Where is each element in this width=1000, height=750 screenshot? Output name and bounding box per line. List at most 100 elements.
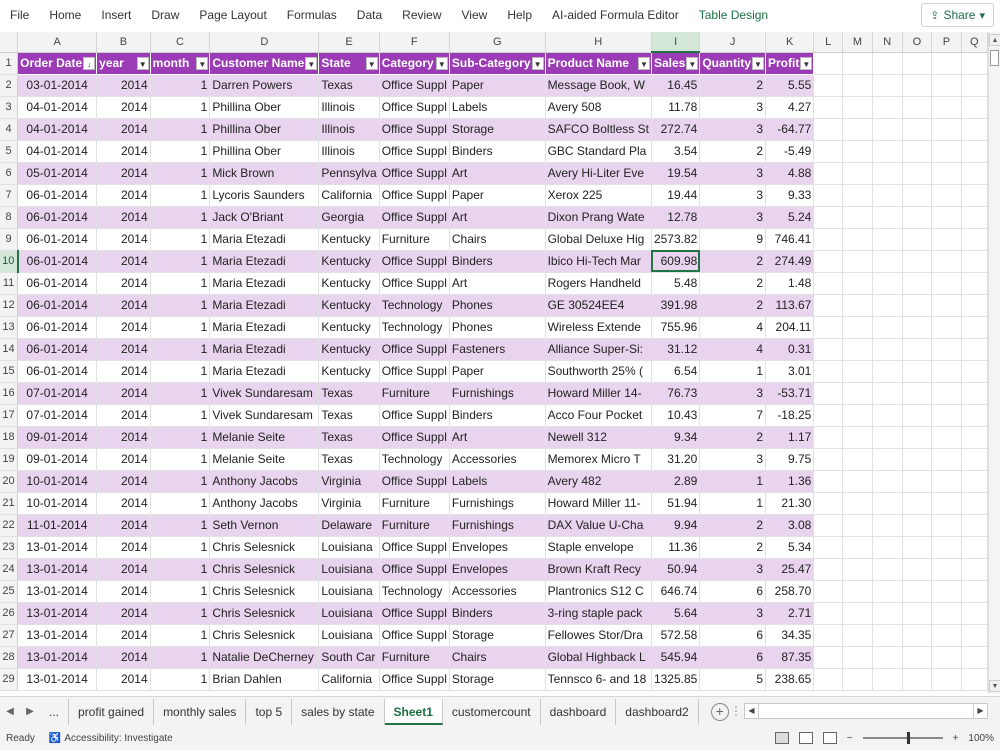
table-cell[interactable]: 2014 <box>96 272 151 295</box>
table-cell[interactable]: Binders <box>449 404 546 427</box>
empty-cell[interactable] <box>931 558 962 581</box>
empty-cell[interactable] <box>842 448 874 471</box>
ribbon-tab-view[interactable]: View <box>452 0 498 30</box>
scroll-down-icon[interactable]: ▼ <box>989 680 1000 692</box>
table-cell[interactable]: 1 <box>150 536 211 559</box>
row-header[interactable]: 6 <box>0 162 19 185</box>
table-cell[interactable]: 9.34 <box>651 426 701 449</box>
table-cell[interactable]: 5.55 <box>765 74 815 97</box>
empty-cell[interactable] <box>842 206 874 229</box>
sheet-tab-top-5[interactable]: top 5 <box>246 698 293 725</box>
table-cell[interactable]: 1 <box>150 646 211 669</box>
select-all-corner[interactable] <box>0 32 19 53</box>
table-cell[interactable]: California <box>318 668 380 691</box>
empty-cell[interactable] <box>902 668 933 691</box>
empty-cell[interactable] <box>961 646 988 669</box>
table-cell[interactable]: Texas <box>318 448 380 471</box>
empty-cell[interactable] <box>902 294 933 317</box>
table-cell[interactable]: Furniture <box>379 646 450 669</box>
table-cell[interactable]: Anthony Jacobs <box>209 470 320 493</box>
table-cell[interactable]: Office Suppl <box>379 404 450 427</box>
empty-cell[interactable] <box>931 426 962 449</box>
page-break-view-icon[interactable] <box>822 732 837 744</box>
row-header[interactable]: 22 <box>0 514 19 537</box>
table-cell[interactable]: Phillina Ober <box>209 140 320 163</box>
table-cell[interactable]: Office Suppl <box>379 536 450 559</box>
column-header-k[interactable]: K <box>765 32 815 53</box>
table-cell[interactable]: 1 <box>150 580 211 603</box>
empty-cell[interactable] <box>902 360 933 383</box>
table-header-cell[interactable]: Category ▼ <box>379 52 450 75</box>
table-cell[interactable]: Ibico Hi-Tech Mar <box>545 250 652 273</box>
table-cell[interactable]: -64.77 <box>765 118 815 141</box>
table-cell[interactable]: 87.35 <box>765 646 815 669</box>
table-cell[interactable]: 6 <box>699 646 766 669</box>
table-cell[interactable]: Office Suppl <box>379 338 450 361</box>
table-cell[interactable]: 2 <box>699 140 766 163</box>
table-cell[interactable]: 09-01-2014 <box>17 426 98 449</box>
table-cell[interactable]: 1 <box>150 492 211 515</box>
empty-cell[interactable] <box>872 184 903 207</box>
table-cell[interactable]: 04-01-2014 <box>17 96 98 119</box>
table-cell[interactable]: 9.75 <box>765 448 815 471</box>
empty-cell[interactable] <box>872 294 903 317</box>
empty-cell[interactable] <box>931 52 962 75</box>
row-header[interactable]: 28 <box>0 646 19 669</box>
row-header[interactable]: 5 <box>0 140 19 163</box>
row-header[interactable]: 25 <box>0 580 19 603</box>
table-cell[interactable]: 3-ring staple pack <box>545 602 652 625</box>
filter-dropdown-icon[interactable]: ▼ <box>365 56 378 70</box>
table-cell[interactable]: 1 <box>150 514 211 537</box>
table-cell[interactable]: Kentucky <box>318 250 380 273</box>
prev-sheet-icon[interactable]: ◀ <box>0 706 20 717</box>
zoom-out-icon[interactable]: − <box>847 733 853 744</box>
table-cell[interactable]: Maria Etezadi <box>209 316 320 339</box>
table-cell[interactable]: Newell 312 <box>545 426 652 449</box>
table-cell[interactable]: 2014 <box>96 426 151 449</box>
table-cell[interactable]: Labels <box>449 96 546 119</box>
table-cell[interactable]: Art <box>449 272 546 295</box>
table-cell[interactable]: Anthony Jacobs <box>209 492 320 515</box>
table-cell[interactable]: Howard Miller 14- <box>545 382 652 405</box>
table-cell[interactable]: 2 <box>699 272 766 295</box>
table-cell[interactable]: Pennsylva <box>318 162 380 185</box>
table-cell[interactable]: Envelopes <box>449 558 546 581</box>
table-cell[interactable]: Office Suppl <box>379 206 450 229</box>
table-cell[interactable]: Storage <box>449 668 546 691</box>
empty-cell[interactable] <box>872 448 903 471</box>
table-cell[interactable]: Storage <box>449 624 546 647</box>
table-cell[interactable]: 4.88 <box>765 162 815 185</box>
table-cell[interactable]: Xerox 225 <box>545 184 652 207</box>
table-cell[interactable]: 2014 <box>96 294 151 317</box>
filter-dropdown-icon[interactable]: ▼ <box>305 56 318 70</box>
table-cell[interactable]: 31.12 <box>651 338 701 361</box>
table-cell[interactable]: 2014 <box>96 448 151 471</box>
empty-cell[interactable] <box>931 470 962 493</box>
empty-cell[interactable] <box>872 118 903 141</box>
table-cell[interactable]: 1 <box>150 668 211 691</box>
table-cell[interactable]: GBC Standard Pla <box>545 140 652 163</box>
table-cell[interactable]: Office Suppl <box>379 250 450 273</box>
table-cell[interactable]: Kentucky <box>318 316 380 339</box>
empty-cell[interactable] <box>902 602 933 625</box>
empty-cell[interactable] <box>961 536 988 559</box>
table-cell[interactable]: 10.43 <box>651 404 701 427</box>
empty-cell[interactable] <box>872 602 903 625</box>
table-cell[interactable]: 646.74 <box>651 580 701 603</box>
table-cell[interactable]: 2014 <box>96 206 151 229</box>
table-cell[interactable]: 1325.85 <box>651 668 701 691</box>
table-cell[interactable]: Binders <box>449 602 546 625</box>
table-cell[interactable]: 1 <box>150 228 211 251</box>
empty-cell[interactable] <box>902 228 933 251</box>
table-cell[interactable]: 5.48 <box>651 272 701 295</box>
table-header-cell[interactable]: year ▼ <box>96 52 151 75</box>
table-cell[interactable]: Technology <box>379 448 450 471</box>
empty-cell[interactable] <box>961 118 988 141</box>
row-header[interactable]: 26 <box>0 602 19 625</box>
table-cell[interactable]: Office Suppl <box>379 624 450 647</box>
table-cell[interactable]: Chris Selesnick <box>209 558 320 581</box>
row-header[interactable]: 21 <box>0 492 19 515</box>
table-cell[interactable]: 13-01-2014 <box>17 558 98 581</box>
table-cell[interactable]: Vivek Sundaresam <box>209 382 320 405</box>
table-cell[interactable]: 5.64 <box>651 602 701 625</box>
